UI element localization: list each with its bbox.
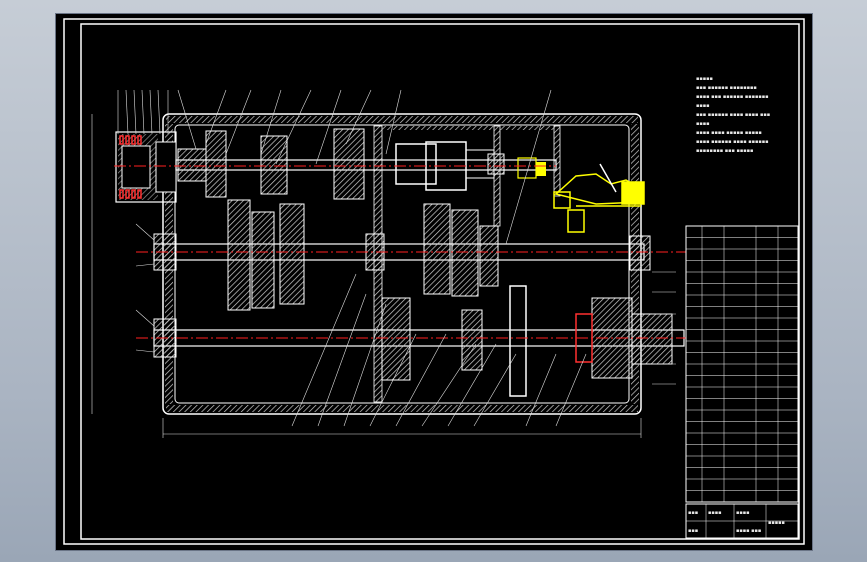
title-block: ▪▪▪ ▪▪▪▪ ▪▪▪▪▪▪▪ ▪▪▪▪ ▪▪▪▪▪▪▪▪ xyxy=(685,503,799,539)
note-line: ▪▪▪▪▪▪▪▪ ▪▪▪ ▪▪▪▪▪ xyxy=(696,148,753,154)
note-line: ▪▪▪▪▪ xyxy=(696,76,713,82)
title-block-cell: ▪▪▪ xyxy=(688,528,698,534)
note-line: ▪▪▪▪ ▪▪▪▪ ▪▪▪▪▪ ▪▪▪▪▪ xyxy=(696,130,762,136)
note-line: ▪▪▪▪ ▪▪▪▪▪▪ ▪▪▪▪ ▪▪▪▪▪▪ xyxy=(696,139,769,145)
parts-list xyxy=(685,225,799,503)
title-block-cell: ▪▪▪▪▪ xyxy=(768,520,785,526)
note-line: ▪▪▪ ▪▪▪▪▪▪ ▪▪▪▪▪▪▪▪ xyxy=(696,85,757,91)
note-line: ▪▪▪▪ ▪▪▪ ▪▪▪▪▪▪ ▪▪▪▪▪▪▪ xyxy=(696,94,769,100)
title-block-cell: ▪▪▪▪ ▪▪▪ xyxy=(736,528,761,534)
title-block-cell: ▪▪▪▪ xyxy=(736,510,750,516)
note-line: ▪▪▪ ▪▪▪▪▪▪ ▪▪▪▪ ▪▪▪▪ ▪▪▪ xyxy=(696,112,770,118)
title-block-cell: ▪▪▪ xyxy=(688,510,698,516)
shift-linkage xyxy=(553,163,645,233)
technical-notes: ▪▪▪▪▪ ▪▪▪ ▪▪▪▪▪▪ ▪▪▪▪▪▪▪▪ ▪▪▪▪ ▪▪▪ ▪▪▪▪▪▪ … xyxy=(696,76,770,154)
drawing-canvas[interactable]: ▪▪▪▪▪ ▪▪▪ ▪▪▪▪▪▪ ▪▪▪▪▪▪▪▪ ▪▪▪▪ ▪▪▪ ▪▪▪▪▪▪ … xyxy=(55,13,813,551)
note-line: ▪▪▪▪ xyxy=(696,121,710,127)
note-line: ▪▪▪▪ xyxy=(696,103,710,109)
counter-shaft xyxy=(153,199,651,311)
assembly-drawing: ▪▪▪▪▪▪▪▪ ▪▪▪▪▪▪ ▪▪▪▪▪▪▪▪▪▪▪▪ ▪▪▪ ▪▪▪▪▪▪ … xyxy=(63,18,805,545)
title-block-cell: ▪▪▪▪ xyxy=(708,510,722,516)
